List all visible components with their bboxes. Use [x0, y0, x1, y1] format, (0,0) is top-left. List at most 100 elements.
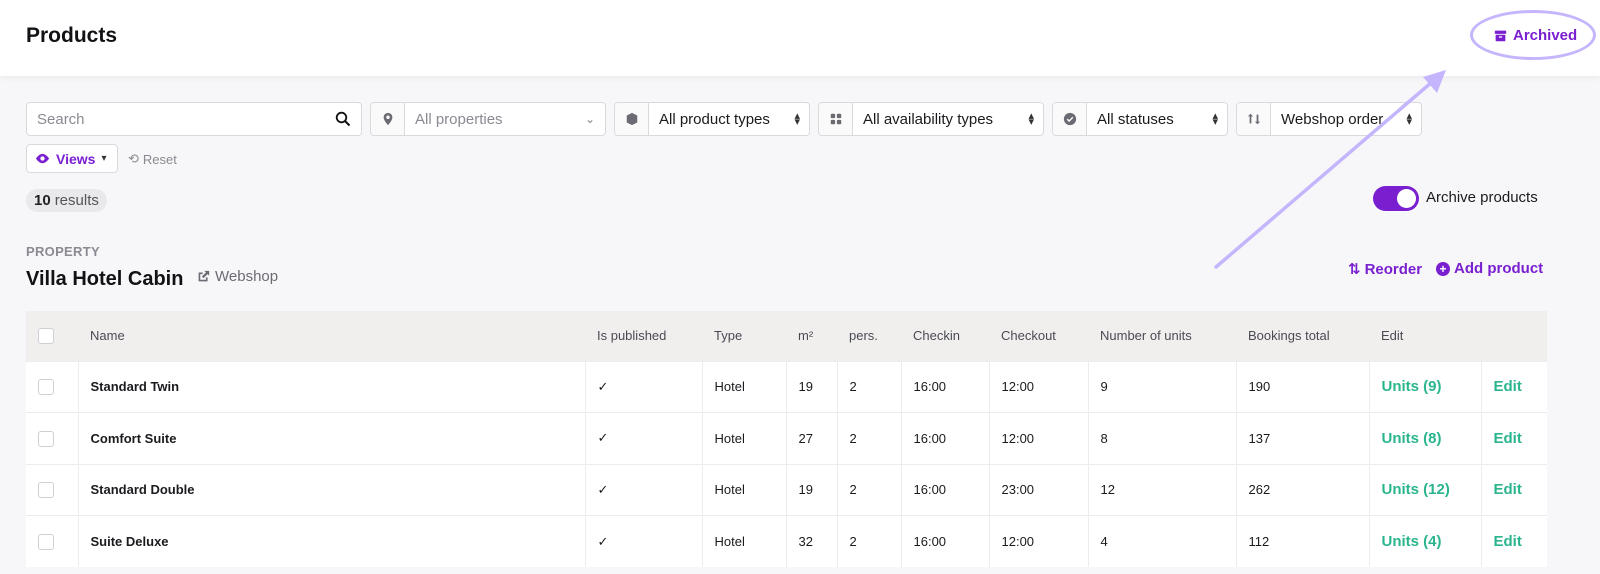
- archive-products-label: Archive products: [1426, 189, 1538, 206]
- refresh-icon: ⟲: [128, 151, 139, 166]
- units-link[interactable]: Units (9): [1382, 378, 1442, 395]
- units-link[interactable]: Units (4): [1382, 533, 1442, 550]
- checkout-time: 12:00: [988, 515, 1088, 567]
- row-checkbox[interactable]: [38, 430, 54, 447]
- number-of-units: 8: [1087, 412, 1236, 464]
- order-select-value: Webshop order: [1281, 110, 1384, 128]
- location-pin-icon: [383, 112, 392, 126]
- units-link[interactable]: Units (8): [1382, 430, 1442, 447]
- reset-button[interactable]: ⟲ Reset: [128, 151, 177, 167]
- product-type-select-value: All product types: [659, 110, 770, 128]
- reset-label: Reset: [142, 151, 177, 167]
- availability-type-select-value: All availability types: [863, 110, 994, 128]
- property-select[interactable]: All properties ⌄: [370, 102, 606, 136]
- reorder-button[interactable]: ⇅ Reorder: [1348, 260, 1422, 279]
- area-m2: 27: [785, 412, 837, 464]
- status-select[interactable]: All statuses ▴ ▾: [1052, 102, 1228, 136]
- area-m2: 19: [785, 361, 837, 413]
- row-checkbox[interactable]: [38, 379, 54, 396]
- sort-caret-icon: ▴ ▾: [1406, 110, 1412, 128]
- published-check: ✓: [584, 464, 702, 516]
- area-m2: 19: [785, 464, 837, 516]
- bookings-total: 112: [1235, 515, 1369, 567]
- top-bar: Products Archived: [0, 0, 1600, 76]
- status-select-value: All statuses: [1097, 110, 1174, 128]
- persons: 2: [836, 361, 901, 413]
- column-header: Edit: [1381, 328, 1404, 344]
- table-row[interactable]: Comfort Suite ✓ Hotel 27 2 16:00 12:00 8…: [26, 412, 1547, 464]
- check-circle-icon: [1063, 112, 1076, 126]
- column-header[interactable]: Is published: [585, 311, 702, 361]
- row-checkbox[interactable]: [38, 482, 54, 499]
- add-product-label: Add product: [1454, 260, 1544, 277]
- archived-button[interactable]: Archived: [1494, 27, 1577, 44]
- row-checkbox[interactable]: [38, 533, 54, 550]
- product-type: Hotel: [701, 412, 786, 464]
- published-check: ✓: [584, 361, 702, 413]
- product-type-select[interactable]: All product types ▴ ▾: [614, 102, 810, 136]
- webshop-label: Webshop: [215, 268, 279, 285]
- archived-label: Archived: [1513, 27, 1578, 44]
- checkin-time: 16:00: [900, 412, 989, 464]
- persons: 2: [836, 515, 901, 567]
- checkout-time: 12:00: [988, 361, 1088, 413]
- results-label: results: [54, 192, 99, 209]
- views-dropdown-button[interactable]: Views ▾: [26, 144, 118, 173]
- bookings-total: 190: [1235, 361, 1369, 413]
- products-table: Name Is published Type m² pers. Checkin …: [26, 311, 1547, 567]
- edit-link[interactable]: Edit: [1494, 378, 1522, 395]
- results-count-badge: 10 results: [26, 189, 107, 212]
- edit-link[interactable]: Edit: [1494, 430, 1522, 447]
- toggle-knob: [1397, 189, 1416, 208]
- plus-circle-icon: +: [1436, 261, 1450, 276]
- column-header[interactable]: pers.: [837, 311, 901, 361]
- eye-icon: [35, 153, 50, 164]
- webshop-link[interactable]: Webshop: [197, 268, 278, 285]
- number-of-units: 12: [1087, 464, 1236, 516]
- edit-link[interactable]: Edit: [1494, 481, 1522, 498]
- sort-caret-icon: ▴ ▾: [1028, 110, 1034, 128]
- property-title: Villa Hotel Cabin: [26, 268, 184, 290]
- area-m2: 32: [785, 515, 837, 567]
- sort-caret-icon: ▴ ▾: [794, 110, 800, 128]
- units-link[interactable]: Units (12): [1382, 481, 1450, 498]
- archive-products-toggle[interactable]: [1373, 186, 1419, 211]
- search-input[interactable]: [37, 110, 335, 128]
- filter-bar: All properties ⌄ All product types ▴▾ Al…: [26, 102, 1422, 136]
- checkout-time: 12:00: [988, 412, 1088, 464]
- column-header[interactable]: Checkin: [901, 311, 989, 361]
- chevron-down-icon: ▾: [101, 153, 107, 164]
- chevron-down-icon: ⌄: [584, 112, 595, 126]
- checkin-time: 16:00: [900, 515, 989, 567]
- column-header[interactable]: Name: [78, 311, 585, 361]
- order-select[interactable]: Webshop order ▴ ▾: [1236, 102, 1422, 136]
- product-name: Comfort Suite: [77, 412, 585, 464]
- table-row[interactable]: Suite Deluxe ✓ Hotel 32 2 16:00 12:00 4 …: [26, 515, 1547, 567]
- published-check: ✓: [584, 412, 702, 464]
- select-all-checkbox[interactable]: [38, 328, 54, 345]
- product-type: Hotel: [701, 361, 786, 413]
- column-header[interactable]: Type: [702, 311, 786, 361]
- search-icon[interactable]: [335, 111, 351, 127]
- section-eyebrow: PROPERTY: [26, 244, 100, 259]
- add-product-button[interactable]: + Add product: [1436, 260, 1543, 277]
- table-row[interactable]: Standard Twin ✓ Hotel 19 2 16:00 12:00 9…: [26, 361, 1547, 413]
- table-header-row: Name Is published Type m² pers. Checkin …: [26, 311, 1547, 361]
- views-label: Views: [56, 150, 96, 167]
- availability-type-select[interactable]: All availability types ▴ ▾: [818, 102, 1044, 136]
- search-box: [26, 102, 362, 136]
- persons: 2: [836, 412, 901, 464]
- edit-link[interactable]: Edit: [1494, 533, 1522, 550]
- table-row[interactable]: Standard Double ✓ Hotel 19 2 16:00 23:00…: [26, 464, 1547, 516]
- product-name: Standard Twin: [77, 361, 585, 413]
- published-check: ✓: [584, 515, 702, 567]
- product-name: Suite Deluxe: [77, 515, 585, 567]
- product-type: Hotel: [701, 515, 786, 567]
- checkin-time: 16:00: [900, 464, 989, 516]
- bookings-total: 137: [1235, 412, 1369, 464]
- column-header[interactable]: Checkout: [989, 311, 1088, 361]
- results-count: 10: [34, 192, 51, 209]
- column-header[interactable]: Bookings total: [1236, 311, 1369, 361]
- column-header[interactable]: Number of units: [1088, 311, 1236, 361]
- column-header[interactable]: m²: [786, 311, 837, 361]
